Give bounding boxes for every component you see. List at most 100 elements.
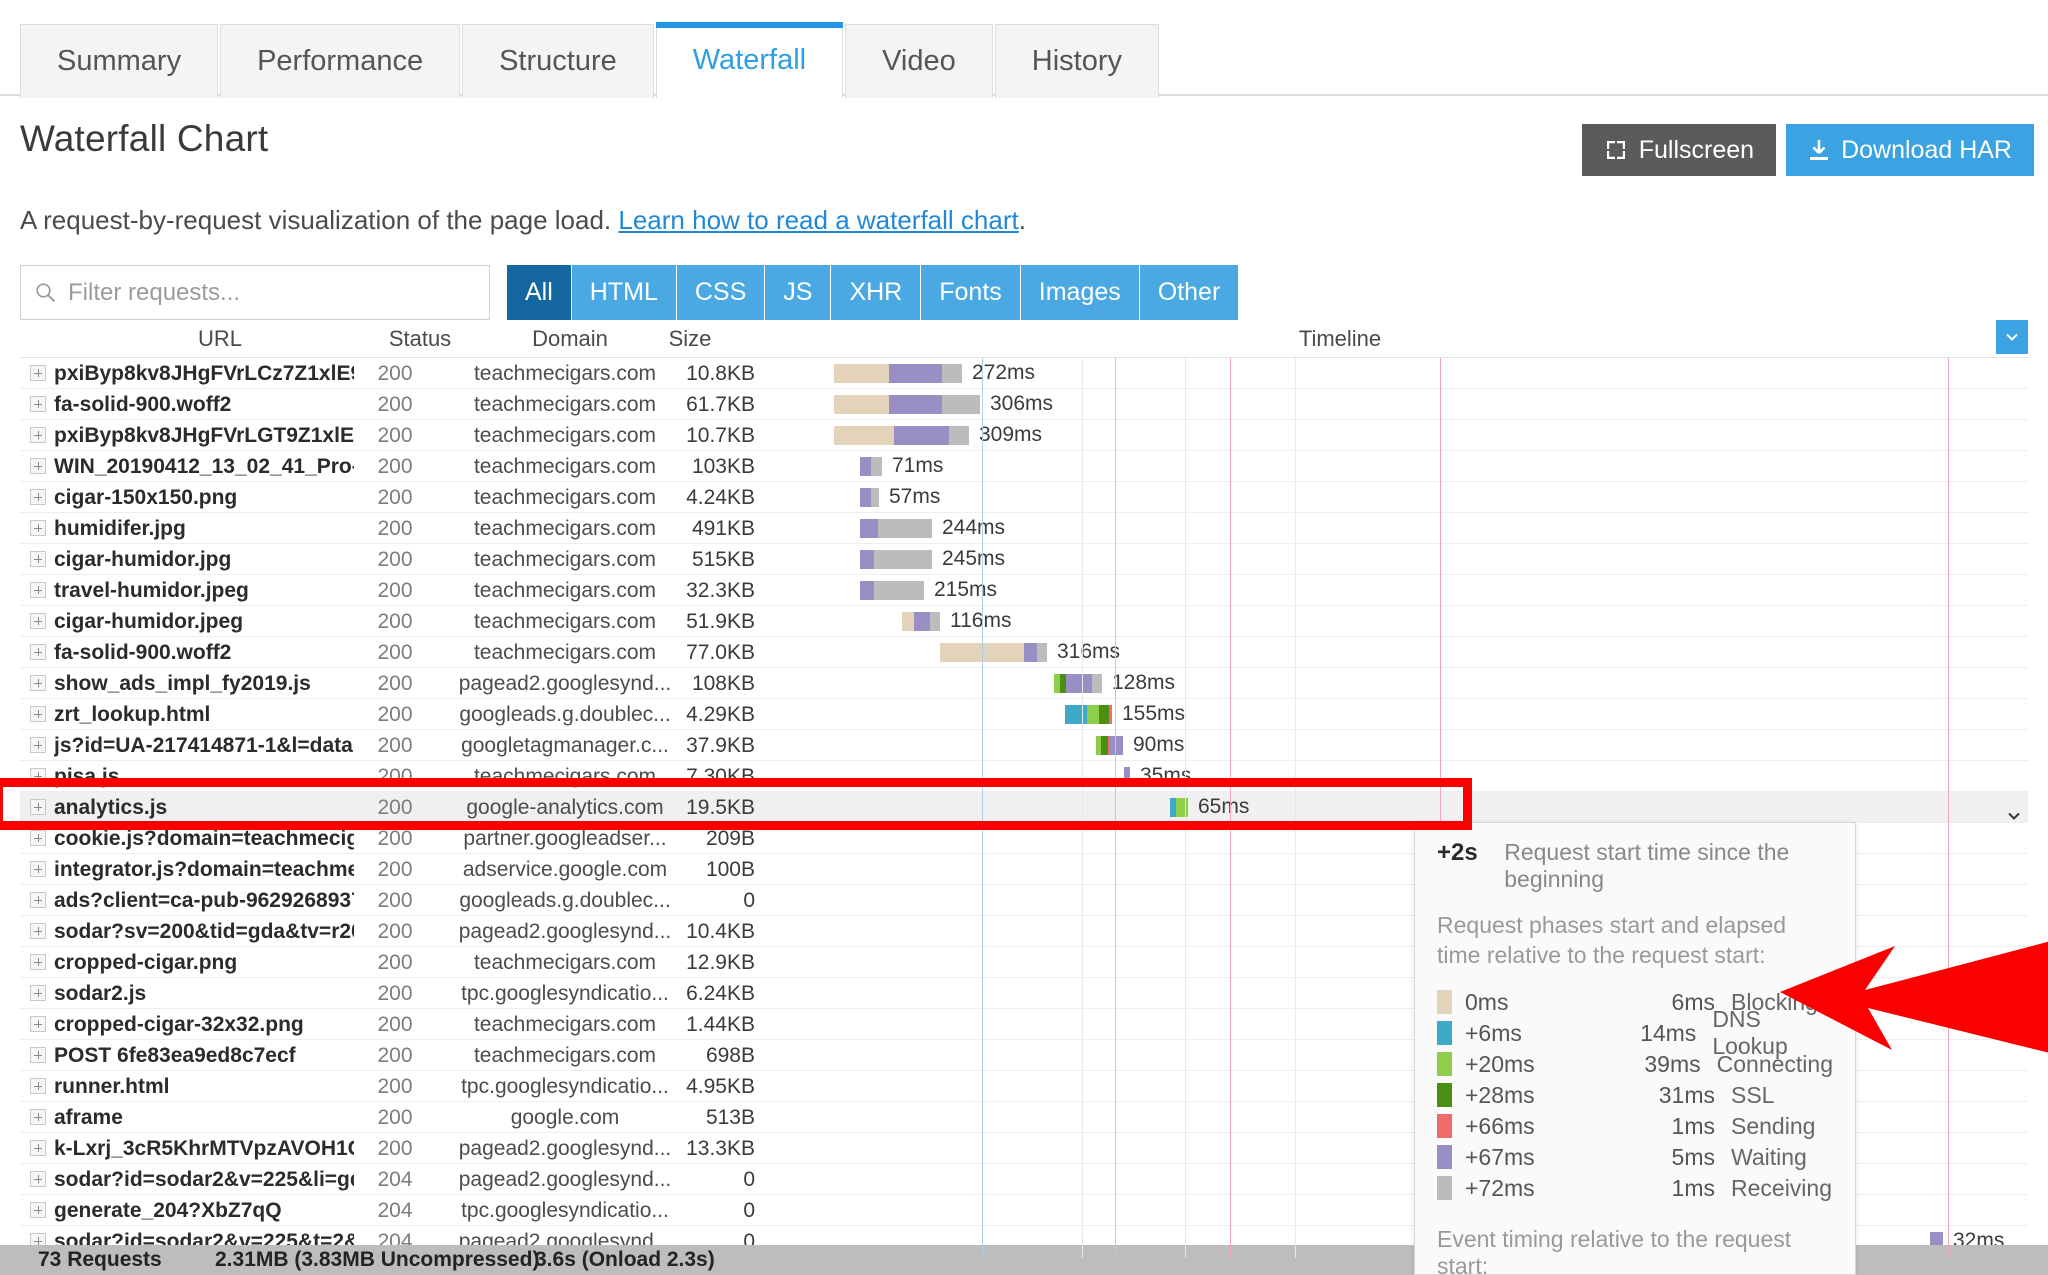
column-header-timeline[interactable]: Timeline	[1220, 326, 1460, 352]
tab-history[interactable]: History	[994, 24, 1159, 98]
expand-row-icon[interactable]	[30, 1047, 46, 1063]
request-status: 200	[377, 920, 413, 943]
table-row[interactable]: humidifer.jpg 200 teachmecigars.com 491KB 24…	[20, 513, 2028, 544]
request-status: 200	[377, 827, 413, 850]
request-url: cookie.js?domain=teachmecigars...	[54, 827, 354, 850]
expand-row-icon[interactable]	[30, 1109, 46, 1125]
filter-chip-all[interactable]: All	[507, 265, 572, 320]
waterfall-segment-receive	[949, 426, 969, 445]
waterfall-bar[interactable]	[860, 519, 932, 538]
waterfall-bar[interactable]	[1096, 736, 1123, 755]
expand-row-icon[interactable]	[30, 985, 46, 1001]
column-header-url[interactable]: URL	[120, 326, 320, 352]
table-row[interactable]: pxiByp8kv8JHgFVrLGT9Z1xlE92J...200teachm…	[20, 420, 2028, 451]
waterfall-bar[interactable]	[834, 364, 962, 383]
waterfall-bar-duration: 155ms	[1122, 702, 1186, 725]
tab-summary[interactable]: Summary	[20, 24, 219, 98]
column-header-status[interactable]: Status	[360, 326, 480, 352]
table-options-caret[interactable]	[1996, 320, 2028, 354]
table-row[interactable]: cigar-humidor.jpeg 200 teachmecigars.com 51…	[20, 606, 2028, 637]
table-row[interactable]: js?id=UA-217414871-1&l=dataLay...200goog…	[20, 730, 2028, 761]
expand-row-icon[interactable]	[30, 458, 46, 474]
waterfall-bar[interactable]	[834, 395, 980, 414]
waterfall-bar-duration: 272ms	[972, 361, 1036, 384]
waterfall-segment-wait	[860, 581, 874, 600]
expand-row-icon[interactable]	[30, 861, 46, 877]
table-row[interactable]: analytics.js 200 google-analytics.com 19.5K…	[20, 792, 2028, 823]
filter-chip-other[interactable]: Other	[1139, 265, 1239, 320]
table-row[interactable]: pxiByp8kv8JHgFVrLCz7Z1xlE92J...200teachm…	[20, 358, 2028, 389]
expand-row-icon[interactable]	[30, 1016, 46, 1032]
expand-row-icon[interactable]	[30, 396, 46, 412]
expand-row-icon[interactable]	[30, 768, 46, 784]
waterfall-bar-duration: 128ms	[1112, 671, 1176, 694]
expand-row-icon[interactable]	[30, 706, 46, 722]
waterfall-bar[interactable]	[860, 550, 932, 569]
table-row[interactable]: cigar-humidor.jpg 200 teachmecigars.com 515…	[20, 544, 2028, 575]
waterfall-bar[interactable]	[860, 488, 879, 507]
expand-row-icon[interactable]	[30, 830, 46, 846]
expand-row-icon[interactable]	[30, 520, 46, 536]
waterfall-bar[interactable]	[1170, 798, 1188, 817]
table-row[interactable]: fa-solid-900.woff2 200 teachmecigars.com 61…	[20, 389, 2028, 420]
waterfall-bar-duration: 245ms	[942, 547, 1006, 570]
expand-row-icon[interactable]	[30, 1140, 46, 1156]
request-url: cigar-humidor.jpeg	[54, 610, 244, 633]
column-header-size[interactable]: Size	[630, 326, 750, 352]
request-url: pxiByp8kv8JHgFVrLGT9Z1xlE92J...	[54, 424, 354, 447]
filter-chip-fonts[interactable]: Fonts	[921, 265, 1021, 320]
expand-row-icon[interactable]	[30, 365, 46, 381]
download-har-button[interactable]: Download HAR	[1786, 124, 2034, 176]
waterfall-bar[interactable]	[860, 581, 924, 600]
table-row[interactable]: cigar-150x150.png 200 teachmecigars.com 4.2…	[20, 482, 2028, 513]
tab-label: History	[1031, 45, 1122, 77]
request-size: 491KB	[691, 517, 755, 540]
expand-row-icon[interactable]	[30, 582, 46, 598]
table-row[interactable]: travel-humidor.jpeg 200 teachmecigars.com 3…	[20, 575, 2028, 606]
tab-structure[interactable]: Structure	[462, 24, 654, 98]
expand-row-icon[interactable]	[30, 954, 46, 970]
tab-video[interactable]: Video	[845, 24, 993, 98]
tab-bar: Summary Performance Structure Waterfall Vide…	[0, 0, 2048, 101]
page-title: Waterfall Chart	[20, 118, 269, 159]
expand-row-icon[interactable]	[30, 892, 46, 908]
filter-chip-xhr[interactable]: XHR	[831, 265, 922, 320]
expand-row-icon[interactable]	[30, 613, 46, 629]
table-row[interactable]: fa-solid-900.woff2 200 teachmecigars.com 77…	[20, 637, 2028, 668]
table-row[interactable]: show_ads_impl_fy2019.js 200 pagead2.google…	[20, 668, 2028, 699]
search-input[interactable]	[66, 277, 466, 308]
expand-row-icon[interactable]	[30, 923, 46, 939]
waterfall-bar[interactable]	[1124, 767, 1130, 786]
expand-row-icon[interactable]	[30, 1202, 46, 1218]
search-box[interactable]	[20, 265, 490, 320]
tab-performance[interactable]: Performance	[220, 24, 461, 98]
filter-chip-images[interactable]: Images	[1020, 265, 1140, 320]
expand-row-icon[interactable]	[30, 427, 46, 443]
expand-row-icon[interactable]	[30, 644, 46, 660]
table-row[interactable]: WIN_20190412_13_02_41_Pro-15...200teachm…	[20, 451, 2028, 482]
waterfall-bar[interactable]	[940, 643, 1047, 662]
tab-waterfall[interactable]: Waterfall	[655, 22, 844, 101]
table-row[interactable]: zrt_lookup.html 200 googleads.g.doublec...…	[20, 699, 2028, 730]
expand-row-icon[interactable]	[30, 675, 46, 691]
filter-chip-js[interactable]: JS	[765, 265, 832, 320]
expand-row-icon[interactable]	[30, 551, 46, 567]
expand-row-icon[interactable]	[30, 1171, 46, 1187]
expand-row-icon[interactable]	[30, 737, 46, 753]
waterfall-bar[interactable]	[860, 457, 882, 476]
filter-chip-css[interactable]: CSS	[676, 265, 766, 320]
expand-row-icon[interactable]	[30, 799, 46, 815]
filter-chip-html[interactable]: HTML	[571, 265, 677, 320]
waterfall-bar[interactable]	[902, 612, 940, 631]
expand-row-icon[interactable]	[30, 1078, 46, 1094]
phase-offset: +6ms	[1465, 1019, 1522, 1046]
row-timeline: 245ms	[760, 544, 2028, 574]
waterfall-help-link[interactable]: Learn how to read a waterfall chart	[618, 205, 1018, 235]
fullscreen-button[interactable]: Fullscreen	[1581, 124, 1777, 176]
expand-row-icon[interactable]	[30, 489, 46, 505]
waterfall-bar[interactable]	[1065, 705, 1112, 724]
waterfall-bar[interactable]	[834, 426, 969, 445]
filter-bar: AllHTMLCSSJSXHRFontsImagesOther	[20, 265, 2028, 320]
waterfall-bar[interactable]	[1054, 674, 1102, 693]
table-row[interactable]: pisa.js 200 teachmecigars.com 7.30KB 35ms	[20, 761, 2028, 792]
